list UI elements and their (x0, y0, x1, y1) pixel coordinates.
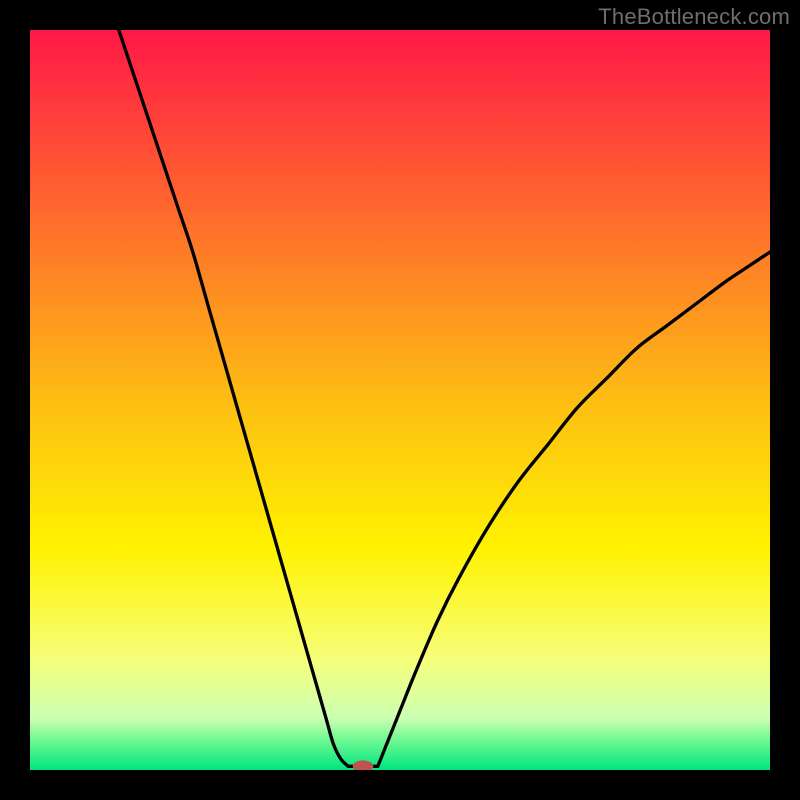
bottleneck-plot (30, 30, 770, 770)
watermark-text: TheBottleneck.com (598, 4, 790, 30)
plot-background (30, 30, 770, 770)
chart-frame: TheBottleneck.com (0, 0, 800, 800)
